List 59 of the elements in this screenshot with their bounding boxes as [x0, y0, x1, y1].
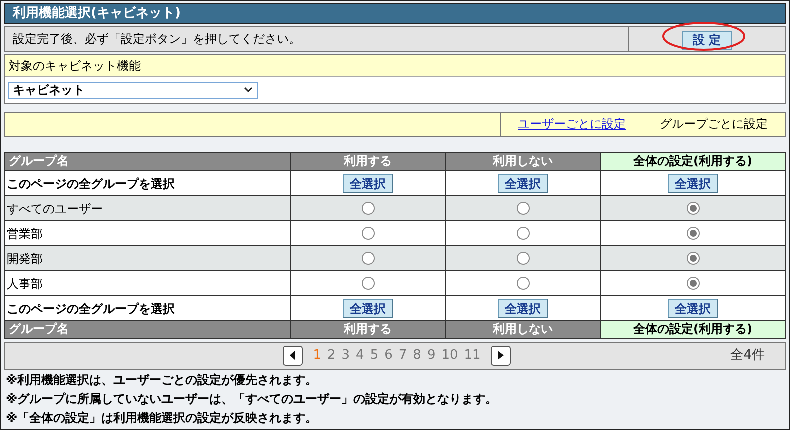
column-header: 利用しない	[446, 320, 600, 338]
page-link[interactable]: 2	[327, 346, 336, 366]
previous-page-button[interactable]	[283, 346, 304, 366]
radio-button[interactable]	[362, 277, 374, 290]
select-all-button[interactable]: 全選択	[498, 299, 548, 318]
note-text: ※「全体の設定」は利用機能選択の設定が反映されます。	[6, 411, 319, 426]
column-header: 利用しない	[446, 152, 600, 170]
radio-button[interactable]	[516, 277, 530, 290]
radio-button[interactable]	[516, 252, 530, 266]
radio-button[interactable]	[362, 252, 374, 266]
radio-button[interactable]	[686, 252, 700, 266]
radio-button[interactable]	[362, 227, 374, 240]
page-link[interactable]: 10	[442, 346, 458, 366]
select-all-button[interactable]: 全選択	[498, 174, 548, 194]
mode-tab[interactable]: グループごとに設定	[643, 113, 785, 136]
note-text: ※利用機能選択は、ユーザーごとの設定が優先されます。	[6, 373, 319, 388]
group-name: 開発部	[7, 252, 43, 266]
page-link[interactable]: 3	[342, 346, 350, 366]
page-link[interactable]: 1	[313, 346, 322, 366]
column-header: 利用する	[290, 320, 446, 338]
field-label: 対象のキャビネット機能	[9, 58, 141, 74]
total-count: 全4件	[730, 347, 765, 366]
column-header: 全体の設定(利用する)	[600, 152, 786, 170]
group-name: すべてのユーザー	[7, 202, 103, 216]
instruction-text: 設定完了後、必ず「設定ボタン」を押してください。	[13, 31, 301, 48]
page-link[interactable]: 6	[384, 346, 393, 366]
page-link[interactable]: 9	[427, 346, 436, 366]
page-link[interactable]: 11	[464, 346, 481, 366]
cabinet-dropdown[interactable]: キャビネット	[8, 82, 258, 98]
select-all-button[interactable]: 全選択	[343, 174, 393, 194]
note-text: ※グループに所属していないユーザーは、「すべてのユーザー」の設定が有効となります。	[6, 392, 499, 407]
chevron-down-icon	[244, 87, 253, 93]
group-name: 人事部	[7, 276, 43, 291]
select-all-button[interactable]: 全選択	[668, 174, 718, 194]
save-button[interactable]: 設 定	[682, 30, 732, 50]
page-link[interactable]: 4	[356, 346, 364, 366]
radio-button[interactable]	[362, 202, 374, 216]
select-all-label: このページの全グループを選択	[7, 176, 175, 191]
column-header: グループ名	[4, 152, 290, 170]
column-header: 利用する	[290, 152, 446, 170]
triangle-left-icon	[290, 351, 296, 360]
radio-button[interactable]	[686, 277, 700, 290]
page-link[interactable]: 8	[413, 346, 422, 366]
triangle-right-icon	[498, 351, 504, 360]
page-link[interactable]: 7	[398, 346, 408, 366]
mode-link[interactable]: ユーザーごとに設定	[501, 113, 643, 136]
radio-button[interactable]	[686, 202, 700, 216]
select-all-label: このページの全グループを選択	[7, 302, 175, 316]
radio-button[interactable]	[516, 202, 530, 216]
column-header: グループ名	[4, 320, 290, 338]
radio-button[interactable]	[686, 227, 700, 240]
select-all-button[interactable]: 全選択	[668, 299, 718, 318]
radio-button[interactable]	[516, 227, 530, 240]
page-link[interactable]: 5	[370, 346, 379, 366]
select-all-button[interactable]: 全選択	[343, 299, 393, 318]
next-page-button[interactable]	[490, 346, 511, 366]
group-name: 営業部	[7, 226, 43, 241]
column-header: 全体の設定(利用する)	[600, 320, 786, 338]
window-title: 利用機能選択(キャビネット)	[13, 4, 181, 23]
